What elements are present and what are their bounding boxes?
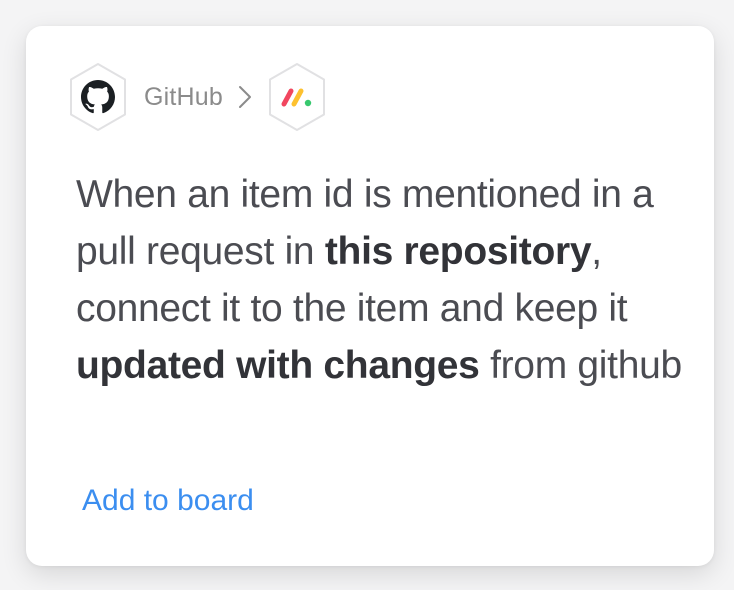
recipe-description: When an item id is mentioned in a pull r… (76, 166, 686, 394)
integration-source-name: GitHub (144, 82, 224, 111)
add-to-board-link[interactable]: Add to board (82, 484, 254, 518)
recipe-highlight-changes: updated with changes (76, 344, 480, 387)
integration-breadcrumb: GitHub (68, 62, 327, 132)
recipe-highlight-repository: this repository (324, 230, 592, 273)
monday-badge (267, 62, 327, 132)
automation-recipe-card: GitHub When an item id is mentioned in a… (26, 26, 714, 566)
monday-icon (280, 85, 314, 109)
github-badge (68, 62, 128, 132)
recipe-text-part: from github (479, 344, 682, 387)
chevron-right-icon (237, 84, 253, 110)
github-icon (81, 80, 115, 114)
